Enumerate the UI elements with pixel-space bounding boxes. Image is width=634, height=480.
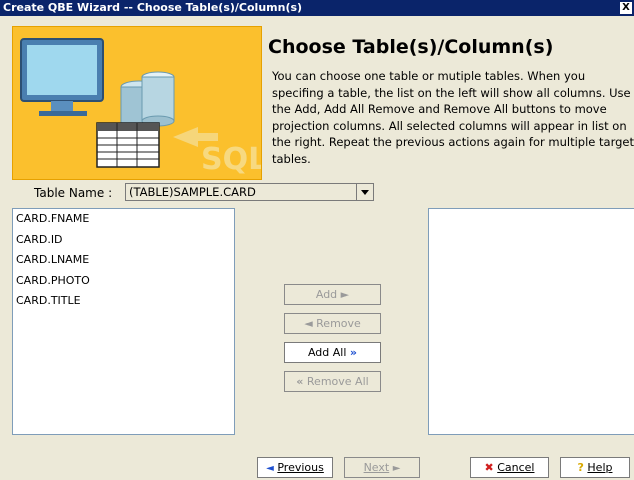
remove-button-label: Remove [316,317,361,330]
arrow-left-icon: ◄ [266,463,274,474]
add-all-button[interactable]: Add All » [284,342,381,363]
page-description: You can choose one table or mutiple tabl… [272,69,634,166]
window-title: Create QBE Wizard -- Choose Table(s)/Col… [3,1,303,14]
cancel-x-icon: ✖ [484,461,494,474]
add-button-label: Add [315,288,338,301]
cancel-button[interactable]: ✖ Cancel [470,457,549,478]
list-item[interactable]: CARD.FNAME [13,209,234,230]
database-illustration: SQL [13,27,261,179]
selected-columns-list[interactable] [428,208,634,435]
page-title: Choose Table(s)/Column(s) [268,36,554,58]
next-button-label: Next [363,461,390,474]
list-item[interactable]: CARD.ID [13,230,234,251]
add-button[interactable]: Add ► [284,284,381,305]
double-arrow-right-icon: » [349,346,358,359]
remove-all-button-label: Remove All [306,375,369,388]
cancel-button-label: Cancel [497,461,535,474]
table-name-label: Table Name : [34,186,113,200]
arrow-left-icon: ◄ [304,317,313,330]
close-button[interactable]: X [620,2,632,14]
help-question-icon: ? [577,461,584,474]
table-name-select[interactable]: (TABLE)SAMPLE.CARD [125,183,374,201]
wizard-banner-image: SQL [12,26,262,180]
previous-button[interactable]: ◄ Previous [257,457,333,478]
title-bar: Create QBE Wizard -- Choose Table(s)/Col… [0,0,634,16]
help-button[interactable]: ? Help [560,457,630,478]
list-item[interactable]: CARD.LNAME [13,250,234,271]
banner-sql-text: SQL [201,142,261,177]
previous-button-label: Previous [277,461,324,474]
add-all-button-label: Add All [307,346,347,359]
remove-button[interactable]: ◄ Remove [284,313,381,334]
chevron-down-icon[interactable] [356,184,373,200]
list-item[interactable]: CARD.TITLE [13,291,234,312]
remove-all-button[interactable]: « Remove All [284,371,381,392]
next-button[interactable]: Next ► [344,457,420,478]
table-name-value: (TABLE)SAMPLE.CARD [129,185,256,199]
help-button-label: Help [587,461,613,474]
list-item[interactable]: CARD.PHOTO [13,271,234,292]
arrow-right-icon: ► [392,463,401,474]
available-columns-list[interactable]: CARD.FNAME CARD.ID CARD.LNAME CARD.PHOTO… [12,208,235,435]
arrow-right-icon: ► [340,288,350,301]
double-arrow-left-icon: « [296,375,304,388]
